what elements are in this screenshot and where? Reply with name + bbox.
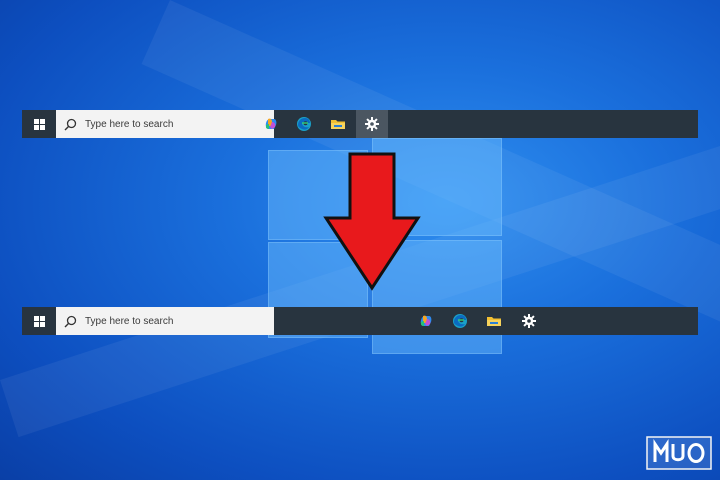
copilot-icon [265, 118, 277, 129]
search-placeholder: Type here to search [85, 315, 174, 327]
edge-taskbar-button[interactable] [288, 110, 320, 138]
edge-icon [297, 117, 311, 131]
edge-taskbar-button[interactable] [444, 307, 476, 335]
windows-start-icon [33, 118, 45, 130]
copilot-taskbar-button[interactable] [255, 110, 287, 138]
settings-taskbar-button[interactable] [356, 110, 388, 138]
settings-taskbar-button[interactable] [513, 307, 545, 335]
taskbar-center-aligned: Type here to search [22, 307, 698, 335]
search-box[interactable]: Type here to search [56, 307, 274, 335]
settings-gear-icon [365, 117, 379, 131]
edge-icon [453, 314, 467, 328]
file-explorer-icon [331, 120, 345, 129]
copilot-icon [420, 315, 432, 326]
windows-start-icon [33, 315, 45, 327]
search-icon [64, 315, 77, 327]
down-arrow-indicator [323, 152, 421, 291]
settings-gear-icon [522, 314, 536, 328]
start-button[interactable] [22, 110, 56, 138]
file-explorer-taskbar-button[interactable] [322, 110, 354, 138]
taskbar-left-aligned: Type here to search [22, 110, 698, 138]
copilot-taskbar-button[interactable] [410, 307, 442, 335]
search-box[interactable]: Type here to search [56, 110, 274, 138]
start-button[interactable] [22, 307, 56, 335]
search-icon [64, 118, 77, 130]
file-explorer-icon [487, 317, 501, 326]
search-placeholder: Type here to search [85, 118, 174, 130]
file-explorer-taskbar-button[interactable] [478, 307, 510, 335]
muo-watermark-logo [646, 436, 712, 470]
